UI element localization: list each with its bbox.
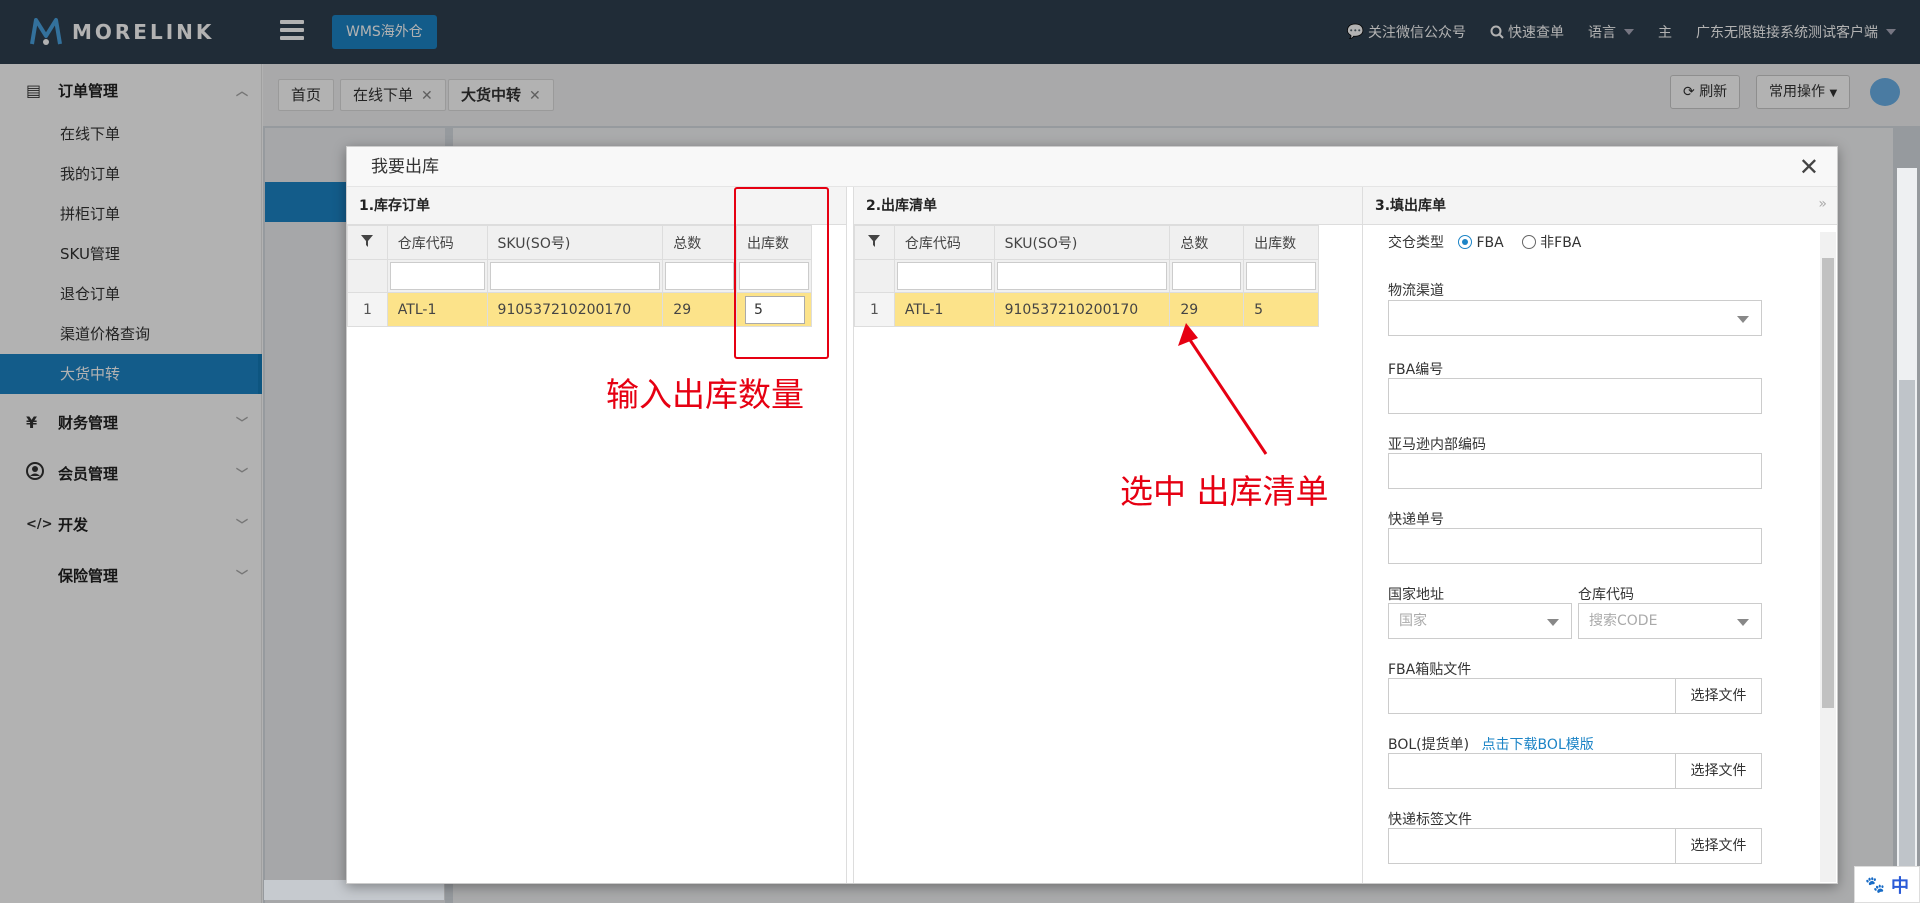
fba-no-label: FBA编号	[1388, 362, 1444, 378]
total-cell: 29	[662, 292, 737, 327]
ime-indicator[interactable]: 🐾 中	[1854, 866, 1920, 903]
modal-title: 我要出库	[347, 147, 1837, 187]
filter-icon[interactable]	[854, 225, 895, 260]
fba-label-file-label: FBA箱贴文件	[1388, 662, 1472, 678]
annotation-input-qty: 输入出库数量	[606, 375, 804, 414]
row-number: 1	[347, 292, 388, 327]
radio-nonfba[interactable]: 非FBA	[1522, 235, 1581, 251]
filter-cell[interactable]	[386, 259, 488, 293]
warehouse-cell: ATL-1	[386, 292, 488, 327]
column-header[interactable]: 总数	[1169, 225, 1245, 260]
column-header[interactable]: 总数	[662, 225, 737, 260]
filter-cell[interactable]	[893, 259, 995, 293]
filter-cell[interactable]	[1243, 259, 1319, 293]
chevron-down-icon	[1737, 316, 1749, 323]
choose-file-button[interactable]: 选择文件	[1675, 829, 1761, 863]
delivery-type-row: 交仓类型 FBA 非FBA	[1388, 232, 1581, 252]
express-label-file-input[interactable]: 选择文件	[1388, 828, 1762, 864]
column-header[interactable]: SKU(SO号)	[486, 225, 664, 260]
pane-title: 3.填出库单	[1363, 187, 1837, 225]
filter-cell[interactable]	[1169, 259, 1245, 293]
annotation-select-list: 选中 出库清单	[1120, 472, 1329, 511]
filter-cell[interactable]	[486, 259, 664, 293]
filter-icon[interactable]	[347, 225, 388, 260]
column-header[interactable]: 仓库代码	[386, 225, 488, 260]
bol-file-input[interactable]: 选择文件	[1388, 753, 1762, 789]
page-scrollbar-thumb[interactable]	[1899, 380, 1915, 903]
express-no-label: 快递单号	[1388, 512, 1444, 528]
paw-icon: 🐾	[1865, 875, 1885, 894]
sku-cell: 910537210200170	[993, 292, 1171, 327]
checkout-list-table: 仓库代码 SKU(SO号) 总数 出库数 1 ATL-1 91053721020…	[854, 225, 1319, 327]
column-header[interactable]: 出库数	[1243, 225, 1319, 260]
country-label: 国家地址	[1388, 587, 1444, 603]
row-number: 1	[854, 292, 895, 327]
fba-no-input[interactable]	[1388, 378, 1762, 414]
fba-label-file-input[interactable]: 选择文件	[1388, 678, 1762, 714]
choose-file-button[interactable]: 选择文件	[1675, 679, 1761, 713]
radio-unchecked-icon	[1522, 235, 1537, 249]
code-placeholder: 搜索CODE	[1589, 613, 1658, 629]
delivery-type-label: 交仓类型	[1388, 235, 1444, 251]
logistics-label: 物流渠道	[1388, 283, 1444, 299]
column-header[interactable]: 仓库代码	[893, 225, 995, 260]
warehouse-code-label: 仓库代码	[1578, 587, 1634, 603]
annotation-arrow-icon	[1178, 323, 1268, 455]
radio-checked-icon	[1458, 235, 1473, 249]
logistics-select[interactable]	[1388, 300, 1762, 336]
chevron-down-icon	[1737, 619, 1749, 626]
filter-cell[interactable]	[662, 259, 737, 293]
checkout-list-pane: 2.出库清单 仓库代码 SKU(SO号) 总数 出库数 1 ATL-1 9105…	[853, 187, 1363, 883]
country-select[interactable]: 国家	[1388, 603, 1572, 639]
radio-nonfba-label: 非FBA	[1540, 235, 1582, 251]
warehouse-cell: ATL-1	[893, 292, 995, 327]
filter-cell[interactable]	[993, 259, 1171, 293]
country-placeholder: 国家	[1399, 613, 1427, 629]
pane-title: 2.出库清单	[854, 187, 1362, 225]
radio-fba[interactable]: FBA	[1458, 235, 1504, 251]
amazon-code-input[interactable]	[1388, 453, 1762, 489]
close-icon[interactable]: ✕	[1799, 153, 1819, 181]
column-header[interactable]: SKU(SO号)	[993, 225, 1171, 260]
radio-fba-label: FBA	[1476, 235, 1504, 251]
filter-cell	[854, 259, 895, 293]
filter-cell	[347, 259, 388, 293]
sku-cell: 910537210200170	[486, 292, 664, 327]
collapse-icon[interactable]: »	[1818, 196, 1827, 212]
form-scrollbar-thumb[interactable]	[1822, 258, 1834, 708]
warehouse-code-select[interactable]: 搜索CODE	[1578, 603, 1762, 639]
chevron-down-icon	[1547, 619, 1559, 626]
express-label-file-label: 快递标签文件	[1388, 812, 1472, 828]
bol-download-link[interactable]: 点击下载BOL模版	[1482, 737, 1594, 753]
express-no-input[interactable]	[1388, 528, 1762, 564]
ime-label: 中	[1890, 875, 1909, 897]
bol-label: BOL(提货单)	[1388, 737, 1470, 753]
amazon-code-label: 亚马逊内部编码	[1388, 437, 1486, 453]
bol-row: BOL(提货单) 点击下载BOL模版	[1388, 734, 1594, 754]
choose-file-button[interactable]: 选择文件	[1675, 754, 1761, 788]
annotation-highlight-box	[734, 187, 829, 359]
